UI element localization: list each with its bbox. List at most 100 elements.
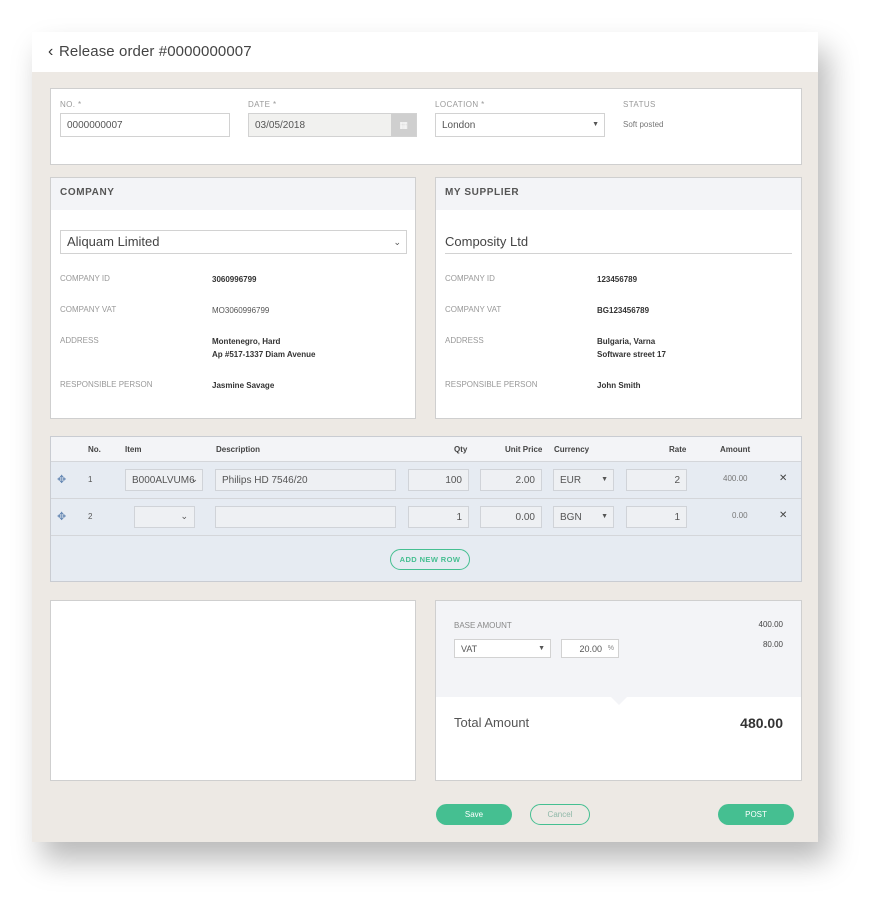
col-currency: Currency [554,445,590,454]
supplier-vat-label: COMPANY VAT [445,305,502,314]
supplier-card: MY SUPPLIER Composity Ltd COMPANY ID 123… [435,177,802,419]
vat-rate-input[interactable]: 20.00 % [561,639,619,658]
drag-handle-icon[interactable]: ✥ [57,473,66,486]
rate-input[interactable]: 1 [626,506,687,528]
description-value: Philips HD 7546/20 [222,475,308,486]
company-card: COMPANY Aliquam Limited ⌄ COMPANY ID 306… [50,177,416,419]
order-number-input[interactable]: 0000000007 [60,113,230,137]
vat-select-value: VAT [461,644,478,654]
drag-handle-icon[interactable]: ✥ [57,510,66,523]
qty-input[interactable]: 1 [408,506,469,528]
status-label: STATUS [623,100,656,109]
base-amount-label: BASE AMOUNT [454,621,512,630]
company-vat-label: COMPANY VAT [60,305,117,314]
vat-percent-unit: % [607,645,614,652]
row-number: 1 [88,475,93,484]
unit-price-input[interactable]: 2.00 [480,469,542,491]
supplier-person-label: RESPONSIBLE PERSON [445,380,538,389]
qty-value: 1 [456,512,462,523]
totals-breakdown: BASE AMOUNT 400.00 VAT ▼ 20.00 % 80.00 [436,601,801,697]
remove-row-icon[interactable]: ✕ [779,510,787,521]
top-bar: ‹ Release order #0000000007 [32,32,818,72]
chevron-left-icon[interactable]: ‹ [48,43,53,61]
row-number: 2 [88,512,93,521]
release-order-window: ‹ Release order #0000000007 NO. * 000000… [32,32,818,842]
post-button[interactable]: POST [718,804,794,825]
table-row: ✥ 2 ⌄ 1 0.00 BGN ▼ 1 0.00 ✕ [51,499,801,536]
rate-input[interactable]: 2 [626,469,687,491]
vat-select[interactable]: VAT ▼ [454,639,551,658]
vat-rate-value: 20.00 [579,644,602,654]
date-input[interactable]: 03/05/2018 ▦ [248,113,417,137]
total-amount-value: 480.00 [740,715,783,731]
chevron-down-icon: ⌄ [190,474,198,484]
amount-value: 0.00 [732,511,748,520]
supplier-name-underline [445,253,792,254]
company-person-value: Jasmine Savage [212,381,275,390]
add-new-row-button[interactable]: ADD NEW ROW [390,549,470,570]
qty-value: 100 [445,475,462,486]
company-person-label: RESPONSIBLE PERSON [60,380,153,389]
rate-value: 2 [674,475,680,486]
currency-select[interactable]: EUR ▼ [553,469,614,491]
item-select[interactable]: ⌄ [134,506,195,528]
company-id-value: 3060996799 [212,275,257,284]
col-amount: Amount [720,445,751,454]
company-vat-value: MO3060996799 [212,306,270,315]
caret-down-icon: ▼ [601,513,608,520]
date-label: DATE * [248,100,277,109]
col-unit-price: Unit Price [505,445,543,454]
remove-row-icon[interactable]: ✕ [779,473,787,484]
chevron-down-icon: ⌄ [393,237,401,247]
location-select[interactable]: London ▼ [435,113,605,137]
supplier-heading: MY SUPPLIER [436,178,801,210]
col-item: Item [125,445,142,454]
rate-value: 1 [674,512,680,523]
location-value: London [442,120,476,131]
item-select[interactable]: B000ALVUM6 ⌄ [125,469,203,491]
supplier-name: Composity Ltd [445,234,529,249]
order-number-value: 0000000007 [67,120,123,131]
description-input[interactable]: Philips HD 7546/20 [215,469,396,491]
page-title: Release order #0000000007 [59,43,252,60]
status-value: Soft posted [623,120,664,129]
items-table-header: No. Item Description Qty Unit Price Curr… [51,437,801,462]
currency-value: EUR [560,475,582,486]
description-input[interactable] [215,506,396,528]
base-amount-value: 400.00 [758,620,783,629]
currency-select[interactable]: BGN ▼ [553,506,614,528]
qty-input[interactable]: 100 [408,469,469,491]
unit-price-input[interactable]: 0.00 [480,506,542,528]
cancel-button[interactable]: Cancel [530,804,590,825]
date-value: 03/05/2018 [255,120,306,131]
notes-panel [50,600,416,781]
col-description: Description [216,445,261,454]
col-qty: Qty [454,445,468,454]
col-no: No. [88,445,101,454]
currency-value: BGN [560,512,582,523]
supplier-id-label: COMPANY ID [445,274,495,283]
location-label: LOCATION * [435,100,485,109]
amount-value: 400.00 [723,474,748,483]
company-name: Aliquam Limited [67,234,160,249]
company-address-line2: Ap #517-1337 Diam Avenue [212,350,316,359]
company-id-label: COMPANY ID [60,274,110,283]
caret-down-icon: ▼ [538,645,545,652]
totals-panel: BASE AMOUNT 400.00 VAT ▼ 20.00 % 80.00 T… [435,600,802,781]
calendar-icon[interactable]: ▦ [391,114,416,136]
items-table: No. Item Description Qty Unit Price Curr… [50,436,802,582]
total-amount-label: Total Amount [454,715,530,730]
breakdown-notch [611,697,627,705]
unit-price-value: 0.00 [515,512,535,523]
company-address-label: ADDRESS [60,336,99,345]
supplier-address-line2: Software street 17 [597,350,666,359]
supplier-address-line1: Bulgaria, Varna [597,337,656,346]
caret-down-icon: ▼ [592,121,599,128]
company-select[interactable]: Aliquam Limited ⌄ [60,230,407,254]
no-label: NO. * [60,100,82,109]
save-button[interactable]: Save [436,804,512,825]
order-info-card: NO. * 0000000007 DATE * 03/05/2018 ▦ LOC… [50,88,802,165]
supplier-address-label: ADDRESS [445,336,484,345]
company-address-line1: Montenegro, Hard [212,337,281,346]
supplier-vat-value: BG123456789 [597,306,650,315]
